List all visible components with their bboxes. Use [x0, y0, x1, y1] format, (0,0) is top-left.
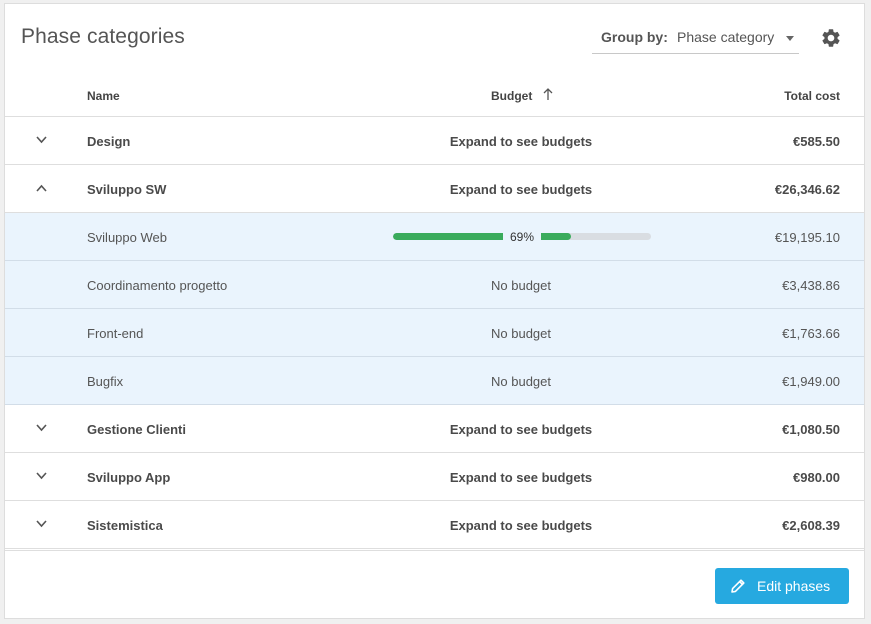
row-budget: No budget [491, 374, 551, 389]
chevron-down-icon[interactable] [35, 471, 48, 481]
row-budget: Expand to see budgets [449, 470, 593, 485]
table-row[interactable]: Sviluppo App Expand to see budgets €980.… [5, 453, 864, 501]
column-header-budget[interactable]: Budget [491, 89, 532, 103]
gear-icon[interactable] [820, 27, 842, 49]
chevron-down-icon[interactable] [35, 135, 48, 145]
table-row[interactable]: Coordinamento progetto No budget €3,438.… [5, 261, 864, 309]
row-name: Sistemistica [87, 518, 163, 533]
table-header: Name Budget Total cost [5, 72, 864, 117]
panel-footer: Edit phases [5, 550, 864, 620]
column-header-name[interactable]: Name [87, 89, 120, 103]
budget-progress-label: 69% [509, 230, 535, 244]
row-total-cost: €980.00 [793, 470, 840, 485]
row-name: Bugfix [87, 374, 124, 389]
row-total-cost: €1,949.00 [782, 374, 840, 389]
chevron-up-icon[interactable] [35, 183, 48, 193]
table-body: Design Expand to see budgets €585.50 Svi… [5, 117, 864, 549]
pencil-icon [731, 579, 745, 593]
row-total-cost: €26,346.62 [774, 182, 840, 197]
phase-categories-panel: Phase categories Group by: Phase categor… [4, 3, 865, 619]
chevron-down-icon[interactable] [35, 423, 48, 433]
row-total-cost: €585.50 [793, 134, 840, 149]
table-row[interactable]: Design Expand to see budgets €585.50 [5, 117, 864, 165]
budget-progress-fill [393, 233, 572, 240]
table-row[interactable]: Sviluppo SW Expand to see budgets €26,34… [5, 165, 864, 213]
group-by-label: Group by: [601, 29, 668, 45]
panel-header: Phase categories Group by: Phase categor… [5, 4, 864, 72]
table-row[interactable]: Gestione Clienti Expand to see budgets €… [5, 405, 864, 453]
row-budget: No budget [491, 278, 551, 293]
row-total-cost: €3,438.86 [782, 278, 840, 293]
edit-phases-button[interactable]: Edit phases [715, 568, 849, 604]
row-budget: No budget [491, 326, 551, 341]
arrow-up-icon[interactable] [542, 87, 554, 101]
row-name: Sviluppo Web [87, 230, 167, 245]
row-total-cost: €2,608.39 [782, 518, 840, 533]
row-name: Design [87, 134, 131, 149]
row-budget: Expand to see budgets [449, 182, 593, 197]
row-budget: Expand to see budgets [449, 422, 593, 437]
row-name: Coordinamento progetto [87, 278, 228, 293]
table-row[interactable]: Bugfix No budget €1,949.00 [5, 357, 864, 405]
group-by-select[interactable]: Group by: Phase category [592, 21, 799, 54]
row-name: Sviluppo App [87, 470, 171, 485]
row-name: Gestione Clienti [87, 422, 186, 437]
chevron-down-icon[interactable] [35, 519, 48, 529]
row-name: Sviluppo SW [87, 182, 167, 197]
caret-down-icon [786, 36, 794, 41]
column-header-total-cost[interactable]: Total cost [784, 89, 840, 103]
table-row[interactable]: Sistemistica Expand to see budgets €2,60… [5, 501, 864, 549]
row-total-cost: €1,080.50 [782, 422, 840, 437]
row-total-cost: €19,195.10 [774, 230, 840, 245]
row-total-cost: €1,763.66 [782, 326, 840, 341]
row-budget: Expand to see budgets [449, 134, 593, 149]
edit-phases-label: Edit phases [757, 578, 831, 594]
row-budget: Expand to see budgets [449, 518, 593, 533]
group-by-value: Phase category [677, 29, 775, 45]
row-name: Front-end [87, 326, 144, 341]
table-row[interactable]: Sviluppo Web 69% €19,195.10 [5, 213, 864, 261]
table-row[interactable]: Front-end No budget €1,763.66 [5, 309, 864, 357]
page-title: Phase categories [21, 25, 185, 48]
